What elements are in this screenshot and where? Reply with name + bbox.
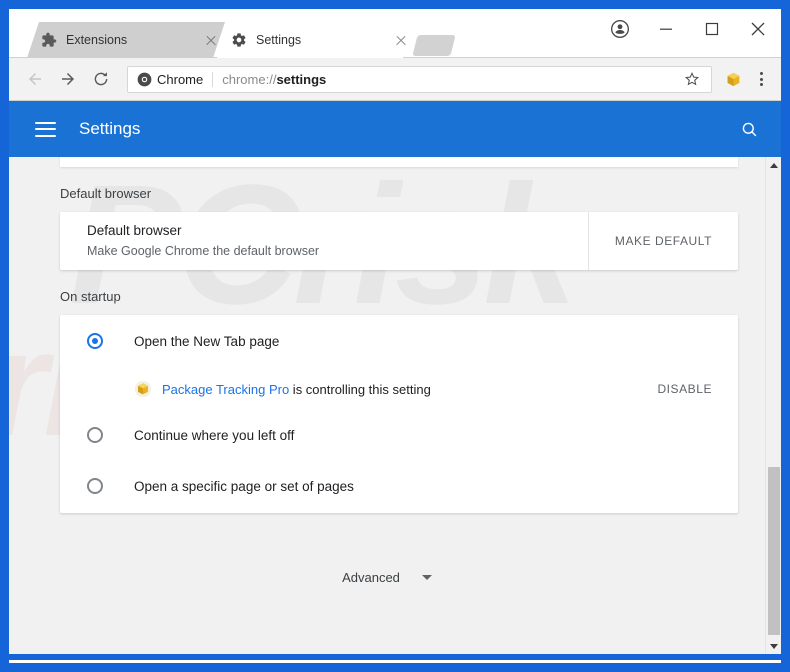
vertical-scrollbar[interactable] <box>765 157 781 654</box>
hamburger-line <box>35 128 56 130</box>
chrome-security-badge: Chrome <box>137 72 203 87</box>
disable-label: DISABLE <box>657 382 712 396</box>
tab-settings[interactable]: Settings <box>217 22 415 58</box>
window-controls <box>597 9 781 49</box>
radio-button[interactable] <box>87 478 103 494</box>
radio-button[interactable] <box>87 427 103 443</box>
three-dot-menu-icon[interactable] <box>750 66 772 92</box>
tab-strip: Extensions Settings <box>9 9 781 58</box>
tab-label: Settings <box>256 33 302 47</box>
search-icon[interactable] <box>735 115 763 143</box>
scroll-down-arrow-icon[interactable] <box>766 638 781 654</box>
startup-option-label: Continue where you left off <box>134 427 295 443</box>
omnibox-url: chrome://settings <box>222 72 681 87</box>
on-startup-card: Open the New Tab page Package Tracking P… <box>60 315 738 513</box>
advanced-label: Advanced <box>342 570 400 585</box>
back-arrow-icon[interactable] <box>21 65 49 93</box>
scrollbar-thumb[interactable] <box>768 467 780 635</box>
section-label-on-startup: On startup <box>60 289 121 304</box>
tab-close-icon[interactable] <box>393 32 409 48</box>
menu-dot <box>759 77 763 81</box>
hamburger-line <box>35 134 56 137</box>
gear-icon <box>232 33 246 47</box>
chrome-logo-icon <box>137 72 152 86</box>
address-bar[interactable]: Chrome chrome://settings <box>127 65 712 93</box>
radio-button-selected[interactable] <box>87 333 103 349</box>
profile-avatar-icon[interactable] <box>597 9 643 49</box>
settings-header-bar: Settings <box>9 101 781 157</box>
close-icon[interactable] <box>735 9 781 49</box>
previous-section-card-partial <box>60 157 738 167</box>
hamburger-line <box>35 121 56 124</box>
extension-notice-text: Package Tracking Pro is controlling this… <box>162 382 431 397</box>
tab-extensions[interactable]: Extensions <box>27 22 225 58</box>
startup-option-specific-page[interactable]: Open a specific page or set of pages <box>60 459 738 513</box>
scroll-up-arrow-icon[interactable] <box>766 157 781 173</box>
default-browser-title: Default browser <box>87 223 182 239</box>
default-browser-texts: Default browser Make Google Chrome the d… <box>87 221 588 260</box>
startup-option-label: Open a specific page or set of pages <box>134 478 354 494</box>
omnibox-divider <box>212 71 214 87</box>
extension-controlling-notice: Package Tracking Pro is controlling this… <box>60 367 738 411</box>
hamburger-menu-icon[interactable] <box>35 121 56 137</box>
triangle-down <box>770 643 778 649</box>
omnibox-badge-label: Chrome <box>157 71 204 87</box>
triangle-up <box>770 162 778 168</box>
omnibox-url-prefix: chrome:// <box>222 71 277 87</box>
default-browser-card: Default browser Make Google Chrome the d… <box>60 212 738 270</box>
omnibox-url-path: settings <box>276 71 327 87</box>
package-extension-icon <box>134 380 152 398</box>
menu-dot <box>759 83 763 86</box>
package-extension-icon[interactable] <box>720 66 746 92</box>
default-browser-subtitle: Make Google Chrome the default browser <box>87 243 320 258</box>
extension-name-link[interactable]: Package Tracking Pro <box>162 382 289 397</box>
startup-option-continue[interactable]: Continue where you left off <box>60 411 738 459</box>
browser-toolbar: Chrome chrome://settings <box>9 58 781 101</box>
menu-dot <box>759 72 763 75</box>
startup-option-label: Open the New Tab page <box>134 333 280 349</box>
new-tab-button[interactable] <box>412 35 456 56</box>
reload-icon[interactable] <box>87 65 115 93</box>
make-default-button[interactable]: MAKE DEFAULT <box>587 212 738 270</box>
window-bottom-edge <box>9 654 781 660</box>
puzzle-piece-icon <box>42 32 57 47</box>
forward-arrow-icon[interactable] <box>54 65 82 93</box>
extension-notice-suffix: is controlling this setting <box>289 381 431 397</box>
startup-option-new-tab[interactable]: Open the New Tab page <box>60 315 738 367</box>
chrome-browser-window: Extensions Settings Chrome chrome://sett… <box>9 9 781 663</box>
star-icon[interactable] <box>681 68 703 90</box>
chevron-down-icon <box>421 575 432 580</box>
default-browser-row: Default browser Make Google Chrome the d… <box>60 212 738 270</box>
extension-notice-body: Package Tracking Pro is controlling this… <box>134 380 657 398</box>
minimize-icon[interactable] <box>643 9 689 49</box>
maximize-icon[interactable] <box>689 9 735 49</box>
tab-label: Extensions <box>66 33 128 47</box>
section-label-default-browser: Default browser <box>60 186 152 201</box>
desktop-background: Extensions Settings Chrome chrome://sett… <box>0 0 790 672</box>
settings-scroll-region: PCrisk risk.com Default browser Default … <box>9 157 765 654</box>
settings-content-area: PCrisk risk.com Default browser Default … <box>9 157 781 654</box>
advanced-toggle[interactable]: Advanced <box>42 570 732 585</box>
make-default-label: MAKE DEFAULT <box>614 234 712 248</box>
page-title: Settings <box>79 119 141 138</box>
disable-extension-button[interactable]: DISABLE <box>657 380 738 398</box>
